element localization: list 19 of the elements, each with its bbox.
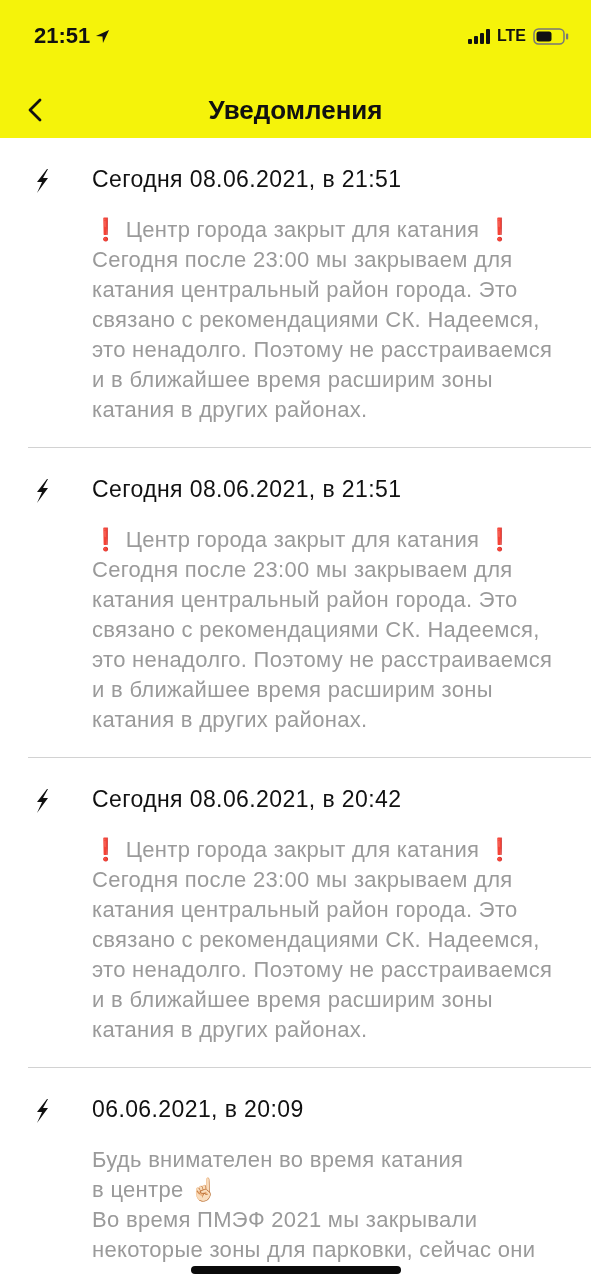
notification-text: Будь внимателен во время катания в центре ☝🏻 Во время ПМЭФ 2021 мы закрывали некоторые зоны для парковки, сейчас они: [92, 1146, 536, 1264]
location-arrow-icon: [95, 28, 111, 44]
notification-text: ❗ Центр города закрыт для катания ❗ Сегодня после 23:00 мы закрываем для катания центральный район города. Это связано с рекомендациями СК. Надеемся, это ненадолго. Поэтому не расстраиваемся и в ближайшее время расширим зоны катания в других районах.: [92, 836, 553, 1044]
lightning-icon: [34, 169, 50, 193]
back-button[interactable]: [28, 97, 44, 123]
notification-date: Сегодня 08.06.2021, в 21:51: [92, 166, 403, 192]
signal-icon: [467, 28, 492, 44]
battery-icon: [533, 27, 569, 45]
notification-date: 06.06.2021, в 20:09: [92, 1096, 305, 1122]
network-type: LTE: [496, 27, 526, 45]
lightning-icon: [34, 1099, 50, 1123]
status-time: 21:51: [34, 23, 91, 49]
notification-date: Сегодня 08.06.2021, в 21:51: [92, 476, 403, 502]
screen-title: Уведомления: [208, 94, 383, 126]
notification-date: Сегодня 08.06.2021, в 20:42: [92, 786, 403, 812]
lightning-icon: [34, 789, 50, 813]
notification-text: ❗ Центр города закрыт для катания ❗ Сегодня после 23:00 мы закрываем для катания центральный район города. Это связано с рекомендациями СК. Надеемся, это ненадолго. Поэтому не расстраиваемся и в ближайшее время расширим зоны катания в других районах.: [92, 216, 553, 424]
notification-text: ❗ Центр города закрыт для катания ❗ Сегодня после 23:00 мы закрываем для катания центральный район города. Это связано с рекомендациями СК. Надеемся, это ненадолго. Поэтому не расстраиваемся и в ближайшее время расширим зоны катания в других районах.: [92, 526, 553, 734]
lightning-icon: [34, 479, 50, 503]
